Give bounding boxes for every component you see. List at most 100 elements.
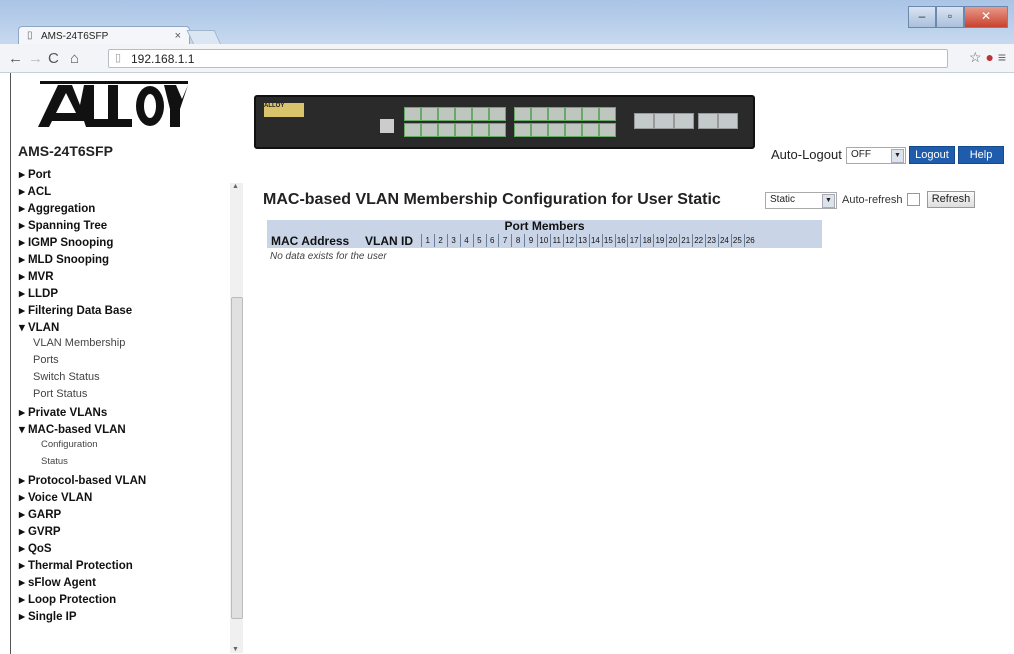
- window-controls: – ▫ ✕: [908, 6, 1008, 28]
- sidebar-item[interactable]: Port Status: [33, 388, 87, 400]
- page-icon: ▯: [27, 30, 33, 41]
- port-group-2: [514, 107, 616, 137]
- port-group-1: [404, 107, 506, 137]
- port-number-header: 20: [666, 234, 679, 247]
- sidebar-item[interactable]: Configuration: [41, 439, 98, 450]
- window-border: [10, 73, 11, 654]
- sidebar-item[interactable]: ▾ VLAN: [19, 320, 59, 334]
- sfp-port: [698, 113, 718, 129]
- sidebar-item[interactable]: ▸ LLDP: [19, 286, 58, 300]
- chevron-down-icon: ▼: [822, 194, 835, 208]
- sidebar-item[interactable]: ▸ MVR: [19, 269, 54, 283]
- page-info-icon: ▯: [115, 52, 122, 64]
- tab-close-icon[interactable]: ×: [175, 30, 181, 42]
- console-port: [380, 119, 394, 133]
- auto-logout-select[interactable]: OFF ▼: [846, 147, 906, 164]
- switch-front-panel: ALLOY: [254, 95, 755, 149]
- col-vlan-id: VLAN ID: [365, 234, 413, 248]
- sidebar-item[interactable]: ▸ ACL: [19, 184, 51, 198]
- sfp-port: [718, 113, 738, 129]
- tab-title: AMS-24T6SFP: [41, 31, 109, 42]
- port-number-header: 14: [588, 234, 602, 247]
- device-model: AMS-24T6SFP: [18, 143, 113, 159]
- browser-tab[interactable]: ▯ AMS-24T6SFP ×: [18, 26, 190, 45]
- sidebar-item[interactable]: ▸ GVRP: [19, 524, 61, 538]
- auto-logout-value: OFF: [851, 149, 871, 160]
- browser-title-bar: ▯ AMS-24T6SFP × – ▫ ✕: [0, 0, 1014, 45]
- menu-icon[interactable]: ≡: [998, 49, 1006, 65]
- port-number-header: 12: [562, 234, 576, 247]
- sidebar-item[interactable]: ▸ GARP: [19, 507, 61, 521]
- table-header-row: MAC Address VLAN ID 1 2 3 4 5 6 7 8 9 10 11 12 13 14 1…: [267, 233, 822, 248]
- address-bar[interactable]: ▯ 192.168.1.1: [108, 49, 948, 68]
- sidebar-item[interactable]: ▸ IGMP Snooping: [19, 235, 113, 249]
- port-number-header: 19: [653, 234, 666, 247]
- scroll-up-icon[interactable]: ▲: [232, 183, 239, 190]
- empty-message: No data exists for the user: [270, 251, 387, 262]
- sidebar-item[interactable]: ▸ QoS: [19, 541, 52, 555]
- port-members-header: Port Members: [267, 220, 822, 233]
- sidebar-item[interactable]: ▸ Spanning Tree: [19, 218, 107, 232]
- sidebar-item[interactable]: Status: [41, 456, 68, 467]
- reload-icon[interactable]: C: [48, 50, 59, 67]
- col-mac-address: MAC Address: [271, 234, 350, 248]
- port-number-header: 4: [459, 234, 473, 247]
- help-button[interactable]: Help: [958, 146, 1004, 164]
- chevron-down-icon: ▼: [891, 149, 904, 163]
- maximize-icon[interactable]: ▫: [936, 6, 964, 28]
- page-title: MAC-based VLAN Membership Configuration …: [263, 191, 721, 208]
- sfp-port: [674, 113, 694, 129]
- sidebar-item[interactable]: ▸ Port: [19, 169, 51, 181]
- scrollbar-thumb[interactable]: [231, 297, 243, 619]
- back-icon[interactable]: ←: [8, 50, 23, 67]
- port-number-header: 13: [575, 234, 589, 247]
- sidebar-item[interactable]: ▸ Thermal Protection: [19, 558, 133, 572]
- port-number-header: 10: [537, 234, 550, 247]
- port-number-header: 16: [614, 234, 627, 247]
- port-number-header: 22: [691, 234, 705, 247]
- logout-button[interactable]: Logout: [909, 146, 955, 164]
- sidebar-item[interactable]: ▸ MLD Snooping: [19, 252, 109, 266]
- port-number-header: 1: [421, 234, 434, 247]
- sidebar-scrollbar[interactable]: ▲ ▼: [230, 183, 243, 653]
- port-number-header: 7: [498, 234, 511, 247]
- sidebar-navigation: ▸ Port ▸ ACL ▸ Aggregation ▸ Spanning Tree ▸…: [13, 169, 245, 654]
- sidebar-item[interactable]: ▸ sFlow Agent: [19, 575, 96, 589]
- switch-brand-label: ALLOY: [264, 103, 304, 117]
- refresh-button[interactable]: Refresh: [927, 191, 975, 208]
- minimize-icon[interactable]: –: [908, 6, 936, 28]
- user-select[interactable]: Static ▼: [765, 192, 837, 209]
- sidebar-item[interactable]: ▸ Protocol-based VLAN: [19, 473, 146, 487]
- auto-refresh-checkbox[interactable]: [907, 193, 920, 206]
- port-number-header: 26: [743, 234, 756, 247]
- sidebar-item[interactable]: ▸ Loop Protection: [19, 592, 116, 606]
- sidebar-item[interactable]: ▸ Private VLANs: [19, 405, 107, 419]
- port-number-header: 15: [601, 234, 615, 247]
- sidebar-item[interactable]: ▸ Aggregation: [19, 201, 95, 215]
- sidebar-item[interactable]: Switch Status: [33, 371, 100, 383]
- url-text: 192.168.1.1: [131, 52, 195, 66]
- user-select-value: Static: [770, 194, 796, 205]
- port-number-header: 11: [550, 234, 563, 247]
- port-number-header: 6: [485, 234, 498, 247]
- new-tab-button[interactable]: [186, 30, 222, 45]
- scroll-down-icon[interactable]: ▼: [232, 646, 239, 653]
- page-content: AMS-24T6SFP ALLOY Auto-Logout OFF ▼ Logo…: [0, 73, 1014, 654]
- close-window-icon[interactable]: ✕: [964, 6, 1008, 28]
- sidebar-item[interactable]: ▸ Single IP: [19, 609, 77, 623]
- auto-logout-label: Auto-Logout: [771, 147, 842, 162]
- extension-icon[interactable]: ●: [985, 49, 993, 65]
- sidebar-item[interactable]: Ports: [33, 354, 59, 366]
- bookmark-star-icon[interactable]: ☆: [969, 49, 982, 65]
- forward-icon[interactable]: →: [28, 50, 43, 67]
- sidebar-item[interactable]: ▸ Filtering Data Base: [19, 303, 132, 317]
- sidebar-item[interactable]: ▸ Voice VLAN: [19, 490, 92, 504]
- port-number-header: 5: [472, 234, 486, 247]
- port-number-header: 3: [446, 234, 460, 247]
- home-icon[interactable]: ⌂: [70, 50, 79, 67]
- sidebar-item[interactable]: VLAN Membership: [33, 337, 125, 349]
- sidebar-item[interactable]: ▾ MAC-based VLAN: [19, 422, 126, 436]
- browser-toolbar: ← → C ⌂ ▯ 192.168.1.1 ☆ ● ≡: [0, 44, 1014, 73]
- browser-toolbar-icons[interactable]: ☆ ● ≡: [969, 49, 1006, 66]
- auto-refresh-label: Auto-refresh: [842, 194, 903, 206]
